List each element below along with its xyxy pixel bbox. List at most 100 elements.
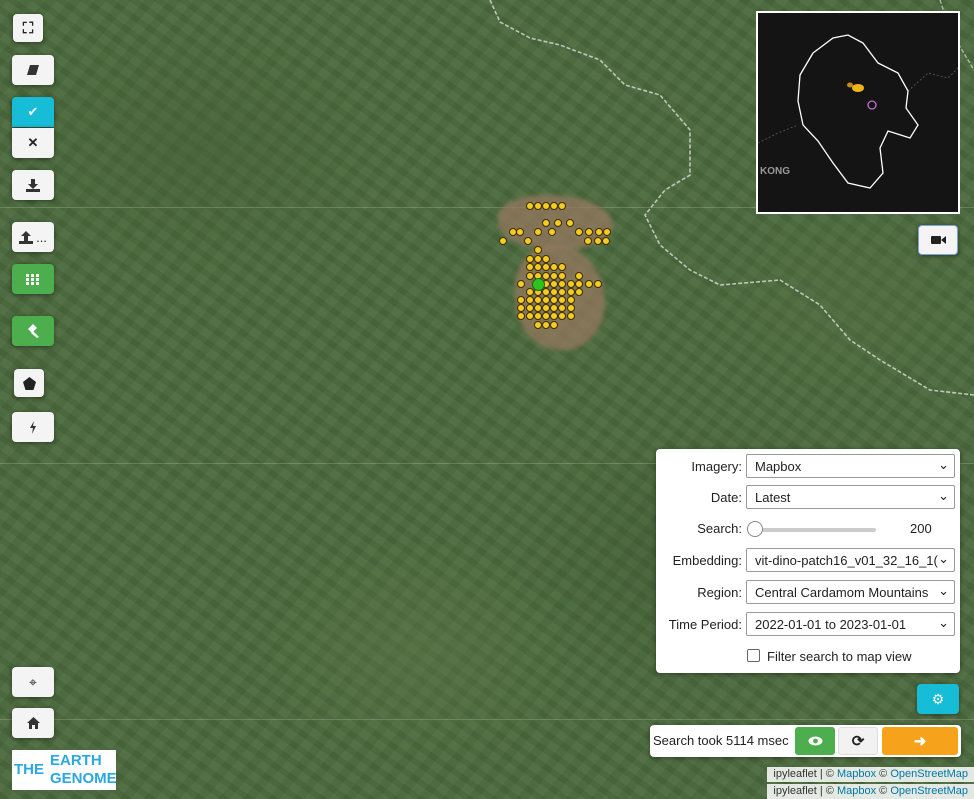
result-dot[interactable] <box>575 228 583 236</box>
result-dot[interactable] <box>534 202 542 210</box>
result-dot[interactable] <box>516 228 524 236</box>
result-dot[interactable] <box>542 263 550 271</box>
record-button[interactable] <box>918 225 958 255</box>
result-dot[interactable] <box>585 228 593 236</box>
result-dot[interactable] <box>594 237 602 245</box>
result-dot[interactable] <box>534 296 542 304</box>
upload-button[interactable]: ... <box>12 222 54 252</box>
result-dot[interactable] <box>534 304 542 312</box>
result-dot[interactable] <box>558 288 566 296</box>
refresh-button[interactable]: ⟳ <box>838 727 878 755</box>
result-dot[interactable] <box>526 255 534 263</box>
result-dot[interactable] <box>575 288 583 296</box>
result-dot[interactable] <box>558 280 566 288</box>
result-dot[interactable] <box>550 288 558 296</box>
result-dot[interactable] <box>499 237 507 245</box>
result-dot[interactable] <box>524 237 532 245</box>
fullscreen-button[interactable]: ⛶ <box>13 14 43 42</box>
imagery-select[interactable]: Mapbox ⌄ <box>746 454 955 478</box>
view-results-button[interactable] <box>795 727 835 755</box>
result-dot[interactable] <box>542 312 550 320</box>
result-dot[interactable] <box>558 263 566 271</box>
result-dot[interactable] <box>542 255 550 263</box>
settings-button[interactable]: ⚙ <box>917 684 959 714</box>
quick-search-button[interactable] <box>12 412 54 442</box>
overview-minimap[interactable]: KONG <box>756 11 960 214</box>
result-dot[interactable] <box>526 288 534 296</box>
result-dot[interactable] <box>534 321 542 329</box>
result-dot[interactable] <box>558 202 566 210</box>
result-dot[interactable] <box>517 304 525 312</box>
result-dot[interactable] <box>575 272 583 280</box>
result-dot[interactable] <box>567 304 575 312</box>
result-dot[interactable] <box>602 237 610 245</box>
result-dot[interactable] <box>534 263 542 271</box>
result-dot[interactable] <box>550 296 558 304</box>
result-dot[interactable] <box>594 280 602 288</box>
result-dot[interactable] <box>542 321 550 329</box>
region-select[interactable]: Central Cardamom Mountains ⌄ <box>746 580 955 604</box>
result-dot[interactable] <box>542 288 550 296</box>
result-dot[interactable] <box>567 280 575 288</box>
result-dot[interactable] <box>542 202 550 210</box>
result-dot[interactable] <box>567 288 575 296</box>
grid-button[interactable] <box>12 264 54 294</box>
mapbox-link[interactable]: Mapbox <box>837 785 876 797</box>
osm-link[interactable]: OpenStreetMap <box>890 768 968 780</box>
cancel-button[interactable]: ✕ <box>12 128 54 158</box>
result-dot[interactable] <box>558 304 566 312</box>
result-dot[interactable] <box>550 263 558 271</box>
result-dot[interactable] <box>517 296 525 304</box>
result-dot[interactable] <box>534 312 542 320</box>
result-dot[interactable] <box>542 304 550 312</box>
result-dot[interactable] <box>534 246 542 254</box>
result-dot[interactable] <box>585 280 593 288</box>
result-dot[interactable] <box>550 321 558 329</box>
result-dot[interactable] <box>542 272 550 280</box>
result-dot[interactable] <box>526 304 534 312</box>
result-dot[interactable] <box>526 312 534 320</box>
home-button[interactable] <box>12 708 54 738</box>
filter-checkbox[interactable] <box>747 649 760 662</box>
embedding-select[interactable]: vit-dino-patch16_v01_32_16_1(⌄ <box>746 548 955 572</box>
result-dot[interactable] <box>526 272 534 280</box>
download-button[interactable] <box>12 170 54 200</box>
result-dot[interactable] <box>526 202 534 210</box>
next-button[interactable]: ➜ <box>882 727 958 755</box>
result-dot[interactable] <box>548 228 556 236</box>
selected-point[interactable] <box>532 278 545 291</box>
result-dot[interactable] <box>567 296 575 304</box>
result-dot[interactable] <box>534 255 542 263</box>
erase-button[interactable] <box>12 55 54 85</box>
result-dot[interactable] <box>595 228 603 236</box>
result-dot[interactable] <box>575 280 583 288</box>
result-dot[interactable] <box>550 304 558 312</box>
result-dot[interactable] <box>558 312 566 320</box>
result-dot[interactable] <box>550 202 558 210</box>
result-dot[interactable] <box>550 272 558 280</box>
result-dot[interactable] <box>526 296 534 304</box>
locate-button[interactable]: ⌖ <box>12 667 54 697</box>
result-dot[interactable] <box>550 280 558 288</box>
result-dot[interactable] <box>517 312 525 320</box>
search-slider-track[interactable] <box>754 528 876 532</box>
result-dot[interactable] <box>566 219 574 227</box>
result-dot[interactable] <box>526 263 534 271</box>
result-dot[interactable] <box>567 312 575 320</box>
result-dot[interactable] <box>542 219 550 227</box>
tool-button[interactable] <box>12 316 54 346</box>
search-slider-handle[interactable] <box>747 521 763 537</box>
mapbox-link[interactable]: Mapbox <box>837 768 876 780</box>
result-dot[interactable] <box>554 219 562 227</box>
result-dot[interactable] <box>517 280 525 288</box>
date-select[interactable]: Latest ⌄ <box>746 485 955 509</box>
result-dot[interactable] <box>550 312 558 320</box>
result-dot[interactable] <box>542 296 550 304</box>
result-dot[interactable] <box>558 296 566 304</box>
result-dot[interactable] <box>534 228 542 236</box>
draw-polygon-button[interactable] <box>14 369 44 397</box>
result-dot[interactable] <box>603 228 611 236</box>
result-dot[interactable] <box>558 272 566 280</box>
time-period-select[interactable]: 2022-01-01 to 2023-01-01 ⌄ <box>746 612 955 636</box>
result-dot[interactable] <box>584 237 592 245</box>
